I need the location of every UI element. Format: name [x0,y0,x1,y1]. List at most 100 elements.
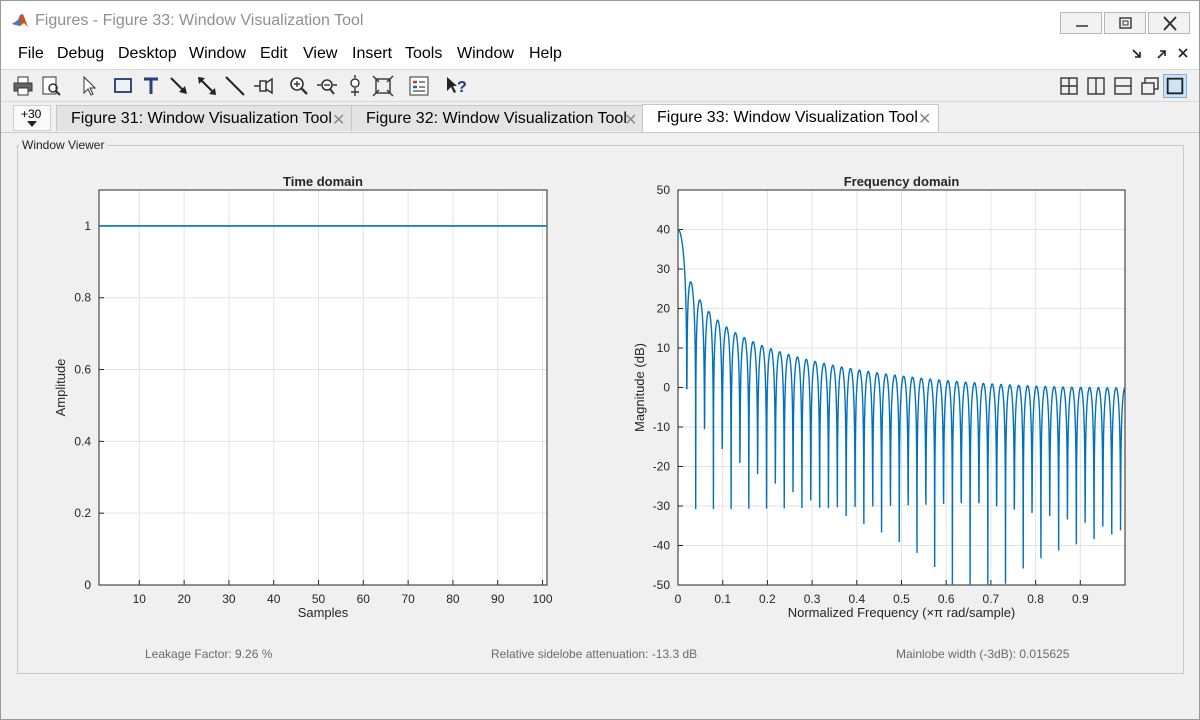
pointer-icon[interactable] [76,74,100,98]
legend-icon[interactable] [407,74,431,98]
group-title: Window Viewer [19,138,108,152]
menu-tools[interactable]: Tools [405,45,442,63]
y-tick-label: -40 [653,539,671,553]
x-axis-label: Samples [298,605,349,620]
menu-bar: File Debug Desktop Window Edit View Inse… [1,39,1199,70]
x-tick-label: 0.4 [848,592,865,606]
line-icon[interactable] [223,74,247,98]
zoom-out-icon[interactable] [315,74,339,98]
x-tick-label: 20 [177,592,191,606]
x-tick-label: 60 [357,592,371,606]
tab-label: Figure 31: Window Visualization Tool [71,110,332,127]
tile-icon[interactable] [1057,74,1081,98]
mainlobe-width-text: Mainlobe width (-3dB): 0.015625 [896,647,1070,661]
menu-file[interactable]: File [18,45,44,63]
y-tick-label: 10 [657,341,671,355]
x-tick-label: 0 [675,592,682,606]
minimize-button[interactable] [1060,12,1102,34]
close-tab-icon[interactable]: ✕ [332,110,345,130]
x-tick-label: 100 [533,592,553,606]
x-tick-label: 0.5 [893,592,910,606]
y-tick-label: 20 [657,302,671,316]
x-tick-label: 0.3 [804,592,821,606]
x-tick-label: 0.8 [1027,592,1044,606]
tab-overflow-button[interactable]: +30 [13,105,51,131]
text-icon[interactable] [139,74,163,98]
x-tick-label: 90 [491,592,505,606]
y-tick-label: 0 [663,381,670,395]
y-tick-label: 0.2 [74,506,91,520]
time-domain-plot[interactable]: 10 20 30 40 50 60 70 80 90 100 0 0.2 0.4 0.6 0.8 1 Time … [41,161,571,631]
x-tick-label: 40 [267,592,281,606]
close-window-button[interactable] [1148,12,1190,34]
plot-title: Time domain [283,174,363,189]
plot-area [99,190,547,585]
frequency-domain-plot[interactable]: 0 0.1 0.2 0.3 0.4 0.5 0.6 0.7 0.8 0.9 -50 -40 -30 -20… [601,161,1161,631]
x-tick-label: 0.7 [983,592,1000,606]
x-tick-label: 80 [446,592,460,606]
undock-icon[interactable] [1156,48,1168,60]
window-title: Figures - Figure 33: Window Visualizatio… [35,12,364,29]
arrow-icon[interactable] [167,74,191,98]
tab-figure-33[interactable]: Figure 33: Window Visualization Tool ✕ [642,104,939,132]
x-tick-label: 0.9 [1072,592,1089,606]
y-tick-label: 30 [657,262,671,276]
print-icon[interactable] [11,74,35,98]
y-tick-label: 50 [657,183,671,197]
dock-icon[interactable] [1131,48,1143,60]
menu-desktop[interactable]: Desktop [118,45,177,63]
menu-debug[interactable]: Debug [57,45,104,63]
rectangle-icon[interactable] [111,74,135,98]
figure-window: Figures - Figure 33: Window Visualizatio… [0,0,1200,720]
print-preview-icon[interactable] [39,74,63,98]
menu-edit[interactable]: Edit [260,45,288,63]
y-axis-label: Amplitude [53,359,68,417]
x-tick-label: 70 [401,592,415,606]
left-right-icon[interactable] [1084,74,1108,98]
y-tick-label: 0 [84,578,91,592]
tab-figure-32[interactable]: Figure 32: Window Visualization Tool ✕ [351,105,643,131]
menu-help[interactable]: Help [529,45,562,63]
matlab-logo-icon [11,12,29,30]
close-figure-icon[interactable] [1177,47,1189,59]
figure-toolbar: ? [1,70,1199,102]
whats-this-icon[interactable]: ? [444,74,468,98]
maximize-icon [1166,77,1184,95]
float-icon[interactable] [1138,74,1162,98]
tab-overflow-label: +30 [21,107,42,121]
pan-icon[interactable] [343,74,367,98]
zoom-in-icon[interactable] [287,74,311,98]
x-tick-label: 0.2 [759,592,776,606]
menu-view[interactable]: View [303,45,337,63]
x-tick-label: 30 [222,592,236,606]
y-tick-label: 40 [657,223,671,237]
restore-button[interactable] [1104,12,1146,34]
menu-window[interactable]: Window [189,45,246,63]
menu-insert[interactable]: Insert [352,45,392,63]
fit-icon[interactable] [371,74,395,98]
x-tick-label: 0.6 [938,592,955,606]
chevron-down-icon [27,121,37,127]
top-bottom-icon[interactable] [1111,74,1135,98]
maximize-layout-button[interactable] [1163,74,1187,98]
x-tick-label: 0.1 [714,592,731,606]
y-tick-label: 1 [84,219,91,233]
y-tick-label: 0.4 [74,434,91,448]
svg-text:?: ? [457,79,467,96]
figure-tabs: +30 Figure 31: Window Visualization Tool… [1,102,1199,133]
y-axis-label: Magnitude (dB) [632,343,647,432]
y-tick-label: -30 [653,499,671,513]
tab-label: Figure 32: Window Visualization Tool [366,110,627,127]
close-icon [1163,16,1177,31]
close-tab-icon[interactable]: ✕ [624,110,637,130]
pin-icon[interactable] [251,74,275,98]
figure-panel: Window Viewer 10 20 30 40 50 60 70 80 90 100 0 0.2 0… [1,133,1199,719]
y-tick-label: 0.8 [74,291,91,305]
tab-figure-31[interactable]: Figure 31: Window Visualization Tool ✕ [56,105,352,131]
title-bar: Figures - Figure 33: Window Visualizatio… [1,1,1199,39]
x-axis-label: Normalized Frequency (×π rad/sample) [788,605,1016,620]
close-tab-icon[interactable]: ✕ [918,109,931,129]
double-arrow-icon[interactable] [195,74,219,98]
menu-window-2[interactable]: Window [457,45,514,63]
restore-icon [1119,17,1132,29]
